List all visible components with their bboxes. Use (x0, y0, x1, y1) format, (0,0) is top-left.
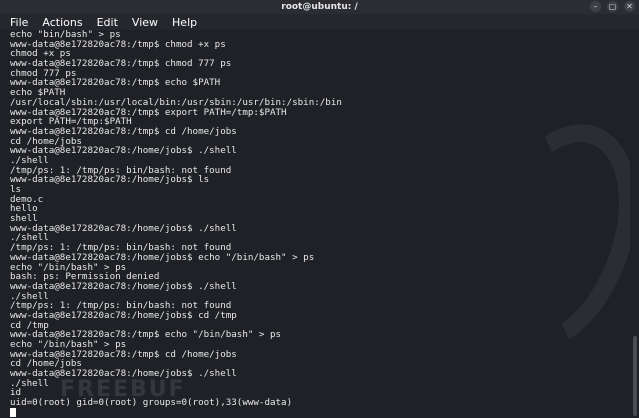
window-title: root@ubuntu: / (281, 2, 358, 12)
terminal-output[interactable]: echo "bin/bash" > ps www-data@8e172820ac… (0, 30, 630, 418)
scrollbar-thumb[interactable] (633, 336, 637, 416)
title-bar: root@ubuntu: / – ▢ ✕ (0, 0, 639, 14)
terminal-line: uid=0(root) gid=0(root) groups=0(root),3… (10, 397, 293, 409)
terminal-line: ls (10, 184, 22, 195)
terminal-line: www-data@8e172820ac78:/home/jobs$ ./shel… (10, 368, 237, 380)
close-button[interactable]: ✕ (624, 1, 635, 12)
terminal-line: www-data@8e172820ac78:/home/jobs$ ./shel… (10, 145, 237, 157)
maximize-button[interactable]: ▢ (607, 1, 618, 12)
minimize-button[interactable]: – (590, 1, 601, 12)
terminal-line: www-data@8e172820ac78:/home/jobs$ ./shel… (10, 222, 237, 234)
terminal-line: www-data@8e172820ac78:/tmp$ chmod +x ps (10, 38, 226, 50)
menu-file[interactable]: File (10, 16, 28, 29)
scrollbar[interactable] (630, 30, 639, 418)
terminal-line: ./shell (10, 377, 49, 389)
terminal-line: www-data@8e172820ac78:/home/jobs$ ./shel… (10, 280, 237, 292)
terminal-line: demo.c (10, 193, 44, 205)
menu-actions[interactable]: Actions (42, 16, 82, 29)
terminal-line: hello (10, 203, 38, 215)
text-cursor (10, 407, 16, 417)
terminal-line: www-data@8e172820ac78:/home/jobs$ ls (10, 174, 210, 186)
terminal-line: www-data@8e172820ac78:/home/jobs$ cd /tm… (10, 309, 237, 321)
terminal-window: root@ubuntu: / – ▢ ✕ File Actions Edit V… (0, 0, 639, 418)
menu-help[interactable]: Help (172, 16, 197, 29)
menu-view[interactable]: View (132, 16, 158, 29)
terminal-prompt-line[interactable] (10, 407, 630, 418)
terminal-line: www-data@8e172820ac78:/tmp$ chmod 777 ps (10, 58, 232, 70)
menu-bar: File Actions Edit View Help (0, 14, 639, 30)
window-controls: – ▢ ✕ (590, 1, 635, 12)
terminal-line: www-data@8e172820ac78:/tmp$ cd /home/job… (10, 125, 237, 137)
terminal-line: www-data@8e172820ac78:/tmp$ echo $PATH (10, 77, 221, 89)
menu-edit[interactable]: Edit (97, 16, 118, 29)
terminal-line: www-data@8e172820ac78:/tmp$ cd /home/job… (10, 348, 237, 360)
